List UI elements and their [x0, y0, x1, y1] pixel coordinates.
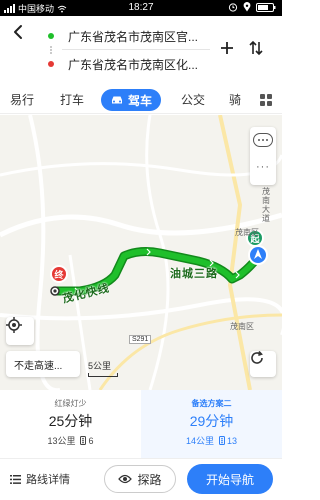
map-side-controls: ··· — [250, 127, 276, 185]
start-navigation-label: 开始导航 — [205, 472, 254, 487]
route-option-2[interactable]: 备选方案二 29分钟 14公里 13 — [141, 390, 282, 458]
tab-bike[interactable]: 骑 — [229, 91, 247, 108]
tab-bus[interactable]: 公交 — [181, 91, 205, 108]
scale-label: 5公里 — [88, 361, 112, 371]
start-navigation-button[interactable]: 开始导航 — [187, 464, 273, 494]
list-icon — [10, 474, 21, 484]
origin-dot-icon — [48, 33, 54, 39]
bottom-bar: 路线详情 探路 开始导航 — [0, 458, 282, 500]
avoid-highway-button[interactable]: 不走高速... — [6, 351, 80, 377]
explore-label: 探路 — [137, 472, 162, 487]
route-option-tag: 红绿灯少 — [54, 399, 87, 408]
tab-drive-label: 驾车 — [127, 93, 152, 108]
avoid-highway-label: 不走高速... — [14, 360, 63, 372]
destination-dot-icon — [48, 61, 54, 67]
map-scale: 5公里 — [88, 359, 118, 377]
route-option-1[interactable]: 红绿灯少 25分钟 13公里 6 — [0, 390, 141, 458]
origin-text: 广东省茂名市茂南区官... — [68, 29, 199, 44]
add-waypoint-icon[interactable] — [217, 38, 237, 58]
route-option-lights: 13 — [227, 436, 238, 446]
destination-text: 广东省茂名市茂南区化... — [68, 57, 199, 72]
route-option-distance: 13公里 — [47, 436, 76, 446]
road-side-label: 茂南大道 — [262, 187, 270, 223]
route-details-button[interactable]: 路线详情 — [10, 471, 70, 487]
district-label-right: 茂南区 — [235, 228, 259, 237]
tab-taxi[interactable]: 打车 — [60, 91, 84, 108]
more-options-icon[interactable]: ··· — [250, 161, 276, 173]
traffic-light-icon — [218, 436, 225, 445]
map-canvas — [0, 115, 282, 390]
road-badge: S291 — [129, 335, 152, 344]
battery-icon — [256, 2, 276, 12]
tab-drive[interactable]: 驾车 — [101, 89, 161, 111]
divider — [62, 49, 210, 50]
swap-icon[interactable] — [246, 38, 266, 58]
route-option-duration: 29分钟 — [189, 413, 234, 429]
more-modes-icon[interactable] — [260, 94, 272, 106]
route-option-tag: 备选方案二 — [191, 399, 232, 408]
traffic-light-icon — [80, 436, 86, 445]
route-details-label: 路线详情 — [26, 474, 70, 486]
location-icon — [243, 2, 251, 12]
status-icons — [228, 2, 276, 12]
route-road-label-right: 油城三路 — [170, 268, 218, 280]
traffic-toggle-icon[interactable] — [253, 133, 273, 147]
route-endpoints: 广东省茂名市茂南区官... 广东省茂名市茂南区化... — [36, 22, 210, 78]
tab-yixing[interactable]: 易行 — [10, 91, 34, 108]
route-option-meta: 14公里 13 — [141, 434, 282, 447]
refresh-icon — [251, 351, 263, 364]
route-header: 广东省茂名市茂南区官... 广东省茂名市茂南区化... — [0, 16, 282, 82]
refresh-button[interactable] — [250, 351, 276, 377]
district-label-bottom: 茂南区 — [230, 322, 254, 331]
route-options: 红绿灯少 25分钟 13公里 6 备选方案二 29分钟 14公里 13 — [0, 390, 282, 458]
alarm-icon — [228, 3, 238, 12]
route-option-lights: 6 — [88, 436, 94, 446]
end-marker-label: 终 — [54, 269, 64, 280]
route-option-meta: 13公里 6 — [0, 434, 141, 447]
destination-row[interactable]: 广东省茂名市茂南区化... — [36, 52, 210, 76]
transport-tabs: 易行 打车 驾车 公交 骑 — [0, 86, 282, 114]
origin-row[interactable]: 广东省茂名市茂南区官... — [36, 24, 210, 48]
status-bar: 中国移动 18:27 — [0, 0, 282, 16]
eye-scan-icon — [118, 474, 133, 484]
car-icon — [111, 96, 122, 104]
map-view[interactable]: 起 终 茂化快线 油城三路 茂南区 茂南区 S291 茂南大道 ··· 不走高速… — [0, 115, 282, 390]
back-arrow-icon[interactable] — [10, 24, 26, 40]
explore-route-button[interactable]: 探路 — [104, 465, 176, 493]
scale-bar — [88, 373, 118, 377]
locate-button[interactable] — [6, 317, 34, 345]
route-option-distance: 14公里 — [185, 436, 214, 446]
route-option-duration: 25分钟 — [48, 413, 93, 429]
end-marker[interactable]: 终 — [50, 265, 68, 283]
crosshair-icon — [6, 317, 22, 333]
